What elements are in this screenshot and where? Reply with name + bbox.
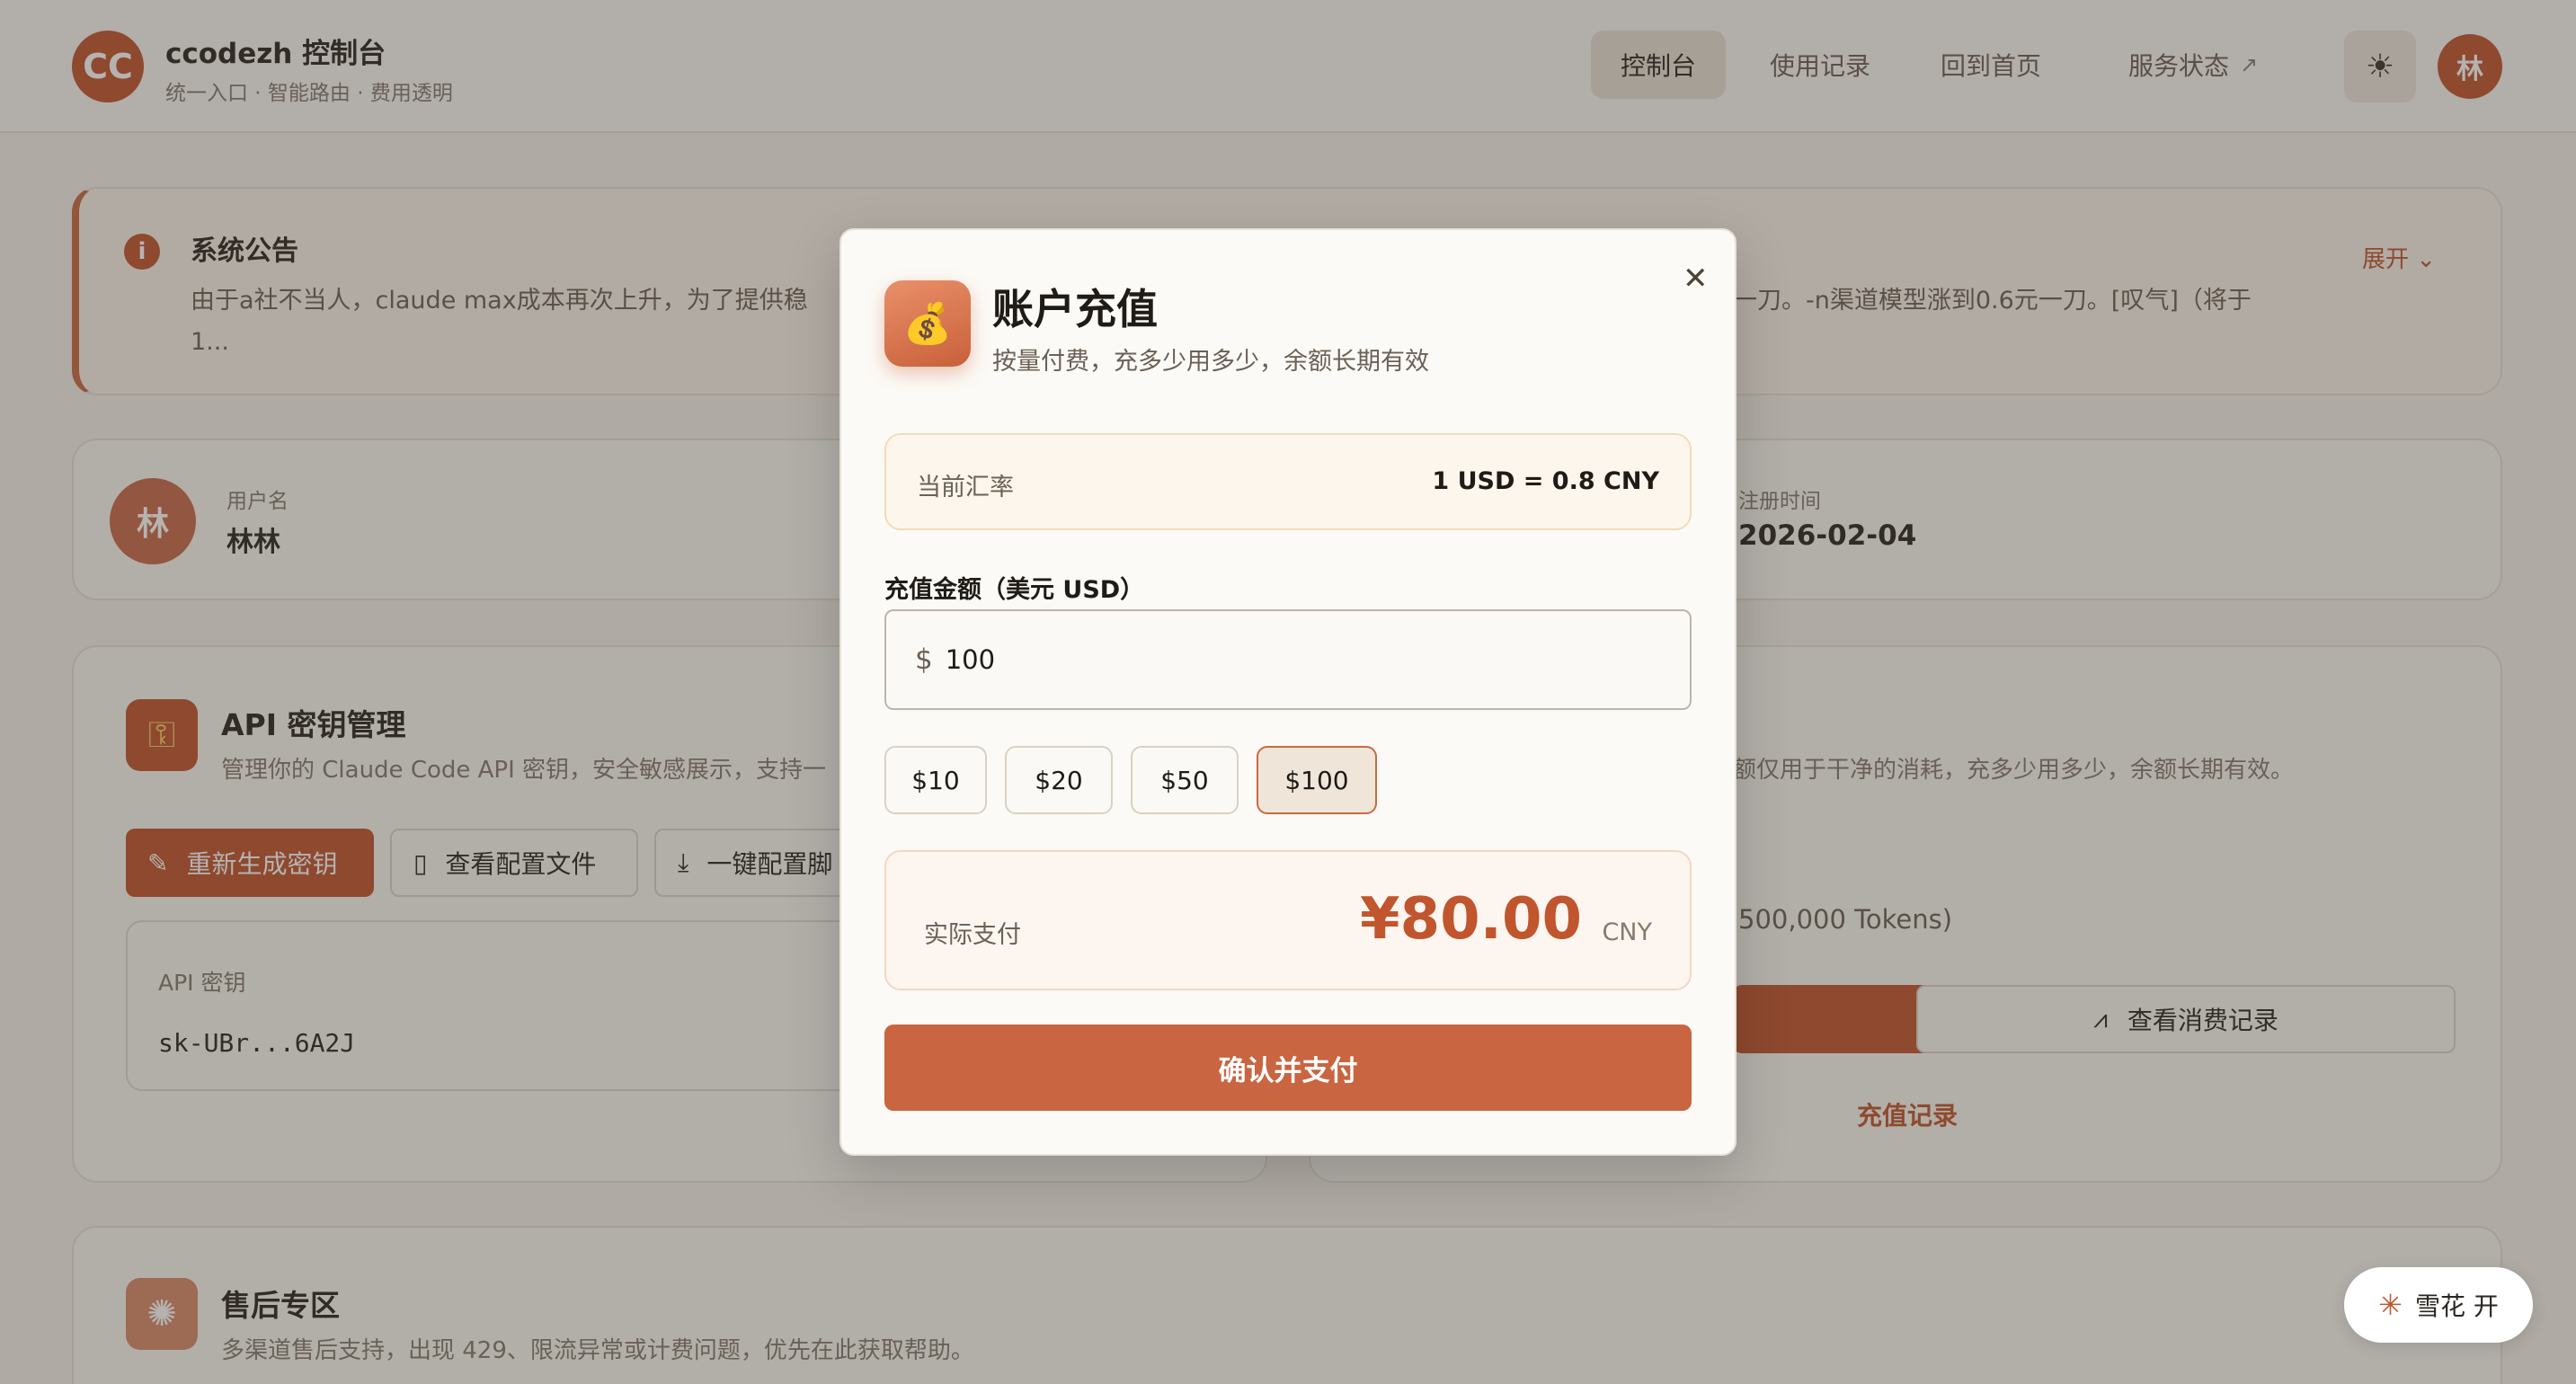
money-bag-icon: 💰 xyxy=(884,280,971,367)
amount-input[interactable] xyxy=(945,644,1629,675)
close-icon[interactable]: ✕ xyxy=(1683,261,1709,297)
actual-payment-amount: ¥80.00 xyxy=(1360,886,1582,953)
recharge-modal: 💰 账户充值 按量付费，充多少用多少，余额长期有效 ✕ 当前汇率 1 USD =… xyxy=(839,228,1737,1156)
exchange-rate-value: 1 USD = 0.8 CNY xyxy=(1432,467,1659,495)
confirm-pay-button[interactable]: 确认并支付 xyxy=(884,1025,1692,1111)
snow-toggle-button[interactable]: ✳ 雪花 开 xyxy=(2344,1267,2533,1343)
preset-100-button[interactable]: $100 xyxy=(1257,746,1377,814)
modal-title: 账户充值 xyxy=(992,285,1158,333)
amount-input-wrapper[interactable]: $ xyxy=(884,609,1692,710)
actual-payment-label: 实际支付 xyxy=(924,921,1021,949)
currency-symbol: $ xyxy=(915,643,933,676)
snow-toggle-label: 雪花 开 xyxy=(2414,1291,2499,1321)
amount-label: 充值金额（美元 USD） xyxy=(884,576,1145,604)
snowflake-icon: ✳ xyxy=(2378,1288,2403,1322)
preset-20-button[interactable]: $20 xyxy=(1005,746,1113,814)
preset-50-button[interactable]: $50 xyxy=(1131,746,1239,814)
preset-10-button[interactable]: $10 xyxy=(884,746,987,814)
actual-payment-currency: CNY xyxy=(1602,918,1652,946)
exchange-rate-label: 当前汇率 xyxy=(917,474,1014,501)
modal-subtitle: 按量付费，充多少用多少，余额长期有效 xyxy=(992,348,1429,376)
exchange-rate-box: 当前汇率 1 USD = 0.8 CNY xyxy=(884,433,1692,530)
actual-payment-box: 实际支付 ¥80.00 CNY xyxy=(884,850,1692,990)
